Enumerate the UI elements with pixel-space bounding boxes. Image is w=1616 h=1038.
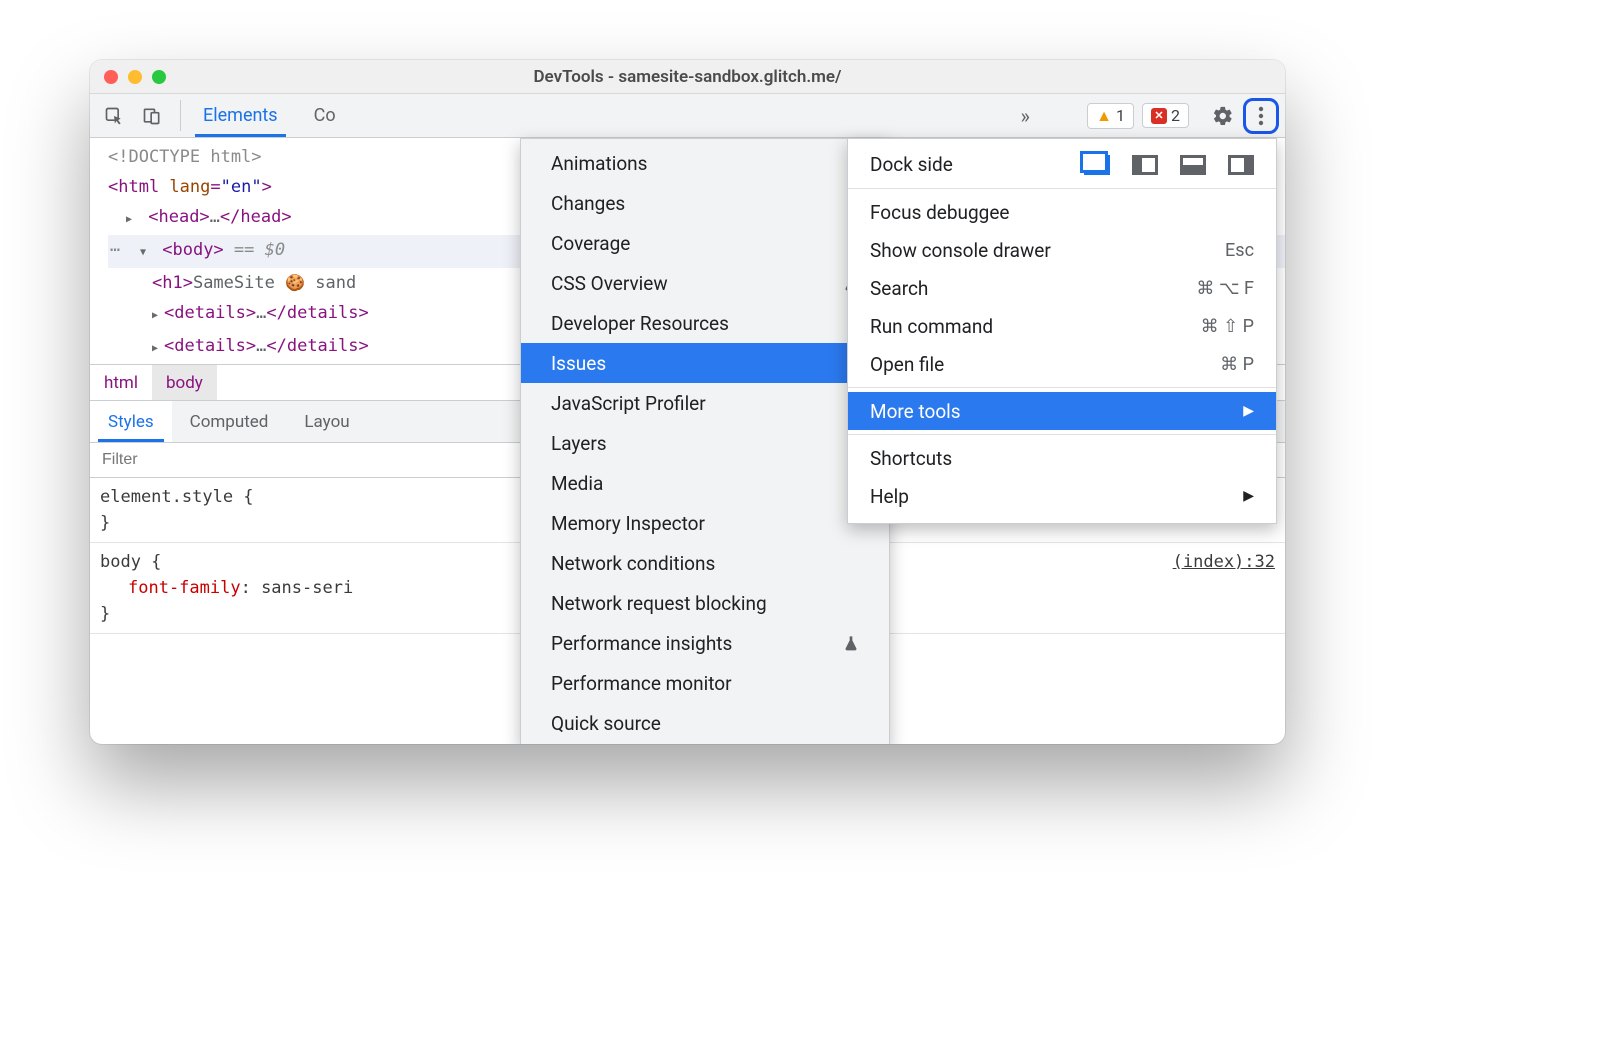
window-controls — [90, 70, 166, 84]
settings-gear-icon[interactable] — [1205, 98, 1241, 134]
dock-side-row: Dock side — [848, 147, 1276, 184]
submenu-label: Memory Inspector — [551, 512, 705, 535]
dock-right-icon[interactable] — [1228, 155, 1254, 175]
menu-more-tools[interactable]: More tools ▶ — [848, 392, 1276, 430]
subtab-computed[interactable]: Computed — [172, 401, 287, 442]
titlebar: DevTools - samesite-sandbox.glitch.me/ — [90, 60, 1285, 94]
dock-left-icon[interactable] — [1132, 155, 1158, 175]
menu-label: More tools — [870, 400, 961, 423]
expand-icon[interactable] — [152, 298, 164, 331]
submenu-arrow-icon: ▶ — [1243, 403, 1254, 419]
cookie-emoji: 🍪 — [285, 273, 305, 292]
submenu-item[interactable]: Coverage — [521, 223, 889, 263]
submenu-label: Changes — [551, 192, 625, 215]
expand-icon[interactable] — [126, 202, 138, 235]
submenu-label: Quick source — [551, 712, 661, 735]
submenu-label: Performance insights — [551, 632, 732, 655]
menu-label: Show console drawer — [870, 239, 1051, 262]
submenu-label: Media — [551, 472, 603, 495]
main-menu: Dock side Focus debuggee Show console dra… — [847, 138, 1277, 524]
submenu-arrow-icon: ▶ — [1243, 488, 1254, 504]
menu-item[interactable]: Show console drawer Esc — [848, 231, 1276, 269]
submenu-label: Issues — [551, 352, 606, 375]
menu-label: Open file — [870, 353, 944, 376]
warning-count: 1 — [1116, 106, 1125, 125]
more-tools-submenu: Animations Changes Coverage CSS Overview Dev… — [520, 138, 890, 744]
menu-label: Focus debuggee — [870, 201, 1010, 224]
submenu-label: Layers — [551, 432, 607, 455]
doctype-node[interactable]: <!DOCTYPE html> — [108, 147, 262, 167]
submenu-label: CSS Overview — [551, 272, 668, 295]
submenu-label: Coverage — [551, 232, 630, 255]
devtools-window: DevTools - samesite-sandbox.glitch.me/ E… — [90, 60, 1285, 744]
collapse-icon[interactable] — [140, 235, 152, 268]
subtab-styles[interactable]: Styles — [90, 401, 172, 442]
errors-badge[interactable]: ✕ 2 — [1142, 103, 1189, 128]
menu-shortcut: ⌘ ⌥ F — [1196, 278, 1254, 299]
inspect-element-icon[interactable] — [96, 98, 132, 134]
tab-elements[interactable]: Elements — [185, 94, 296, 137]
menu-shortcut: Esc — [1225, 240, 1254, 261]
dock-undock-icon[interactable] — [1084, 155, 1110, 175]
expand-icon[interactable] — [152, 331, 164, 364]
submenu-label: Network request blocking — [551, 592, 767, 615]
submenu-item[interactable]: Media — [521, 463, 889, 503]
warning-icon: ▲ — [1096, 106, 1112, 126]
source-link[interactable]: (index):32 — [1173, 549, 1275, 575]
submenu-item[interactable]: JavaScript Profiler — [521, 383, 889, 423]
kebab-menu-icon[interactable] — [1243, 98, 1279, 134]
error-count: 2 — [1171, 106, 1180, 125]
menu-item[interactable]: Focus debuggee — [848, 193, 1276, 231]
submenu-label: Developer Resources — [551, 312, 729, 335]
error-icon: ✕ — [1151, 108, 1167, 124]
menu-shortcut: ⌘ ⇧ P — [1201, 316, 1254, 337]
menu-item[interactable]: Help ▶ — [848, 477, 1276, 515]
warnings-badge[interactable]: ▲ 1 — [1087, 103, 1134, 129]
submenu-label: JavaScript Profiler — [551, 392, 706, 415]
submenu-item[interactable]: Network conditions — [521, 543, 889, 583]
submenu-item[interactable]: Animations — [521, 143, 889, 183]
menu-label: Help — [870, 485, 909, 508]
menu-item[interactable]: Search ⌘ ⌥ F — [848, 269, 1276, 307]
menu-item[interactable]: Run command ⌘ ⇧ P — [848, 307, 1276, 345]
maximize-window-button[interactable] — [152, 70, 166, 84]
close-window-button[interactable] — [104, 70, 118, 84]
minimize-window-button[interactable] — [128, 70, 142, 84]
crumb-body[interactable]: body — [152, 365, 217, 400]
menu-label: Shortcuts — [870, 447, 952, 470]
dock-side-label: Dock side — [870, 153, 953, 176]
submenu-item[interactable]: Changes — [521, 183, 889, 223]
panel-tabs: Elements Co — [185, 94, 354, 137]
ellipsis-icon: ⋯ — [110, 235, 121, 265]
submenu-item[interactable]: Issues — [521, 343, 889, 383]
submenu-item[interactable]: Quick source — [521, 703, 889, 743]
submenu-item[interactable]: Memory Inspector — [521, 503, 889, 543]
menu-shortcut: ⌘ P — [1220, 354, 1254, 375]
tab-console-truncated[interactable]: Co — [296, 94, 354, 137]
submenu-item[interactable]: CSS Overview — [521, 263, 889, 303]
more-tabs-icon[interactable]: » — [1010, 104, 1040, 128]
submenu-item[interactable]: Network request blocking — [521, 583, 889, 623]
submenu-item[interactable]: Developer Resources — [521, 303, 889, 343]
submenu-label: Network conditions — [551, 552, 715, 575]
menu-item[interactable]: Shortcuts — [848, 439, 1276, 477]
submenu-item[interactable]: Layers — [521, 423, 889, 463]
menu-label: Search — [870, 277, 928, 300]
window-title: DevTools - samesite-sandbox.glitch.me/ — [90, 67, 1285, 87]
submenu-label: Animations — [551, 152, 647, 175]
main-toolbar: Elements Co » ▲ 1 ✕ 2 — [90, 94, 1285, 138]
submenu-item[interactable]: Performance insights — [521, 623, 889, 663]
menu-item[interactable]: Open file ⌘ P — [848, 345, 1276, 383]
device-toolbar-icon[interactable] — [134, 98, 170, 134]
menu-label: Run command — [870, 315, 993, 338]
crumb-html[interactable]: html — [90, 365, 152, 400]
submenu-item[interactable]: Performance monitor — [521, 663, 889, 703]
dock-bottom-icon[interactable] — [1180, 155, 1206, 175]
submenu-label: Performance monitor — [551, 672, 732, 695]
subtab-layout[interactable]: Layou — [286, 401, 367, 442]
flask-icon — [843, 635, 859, 651]
